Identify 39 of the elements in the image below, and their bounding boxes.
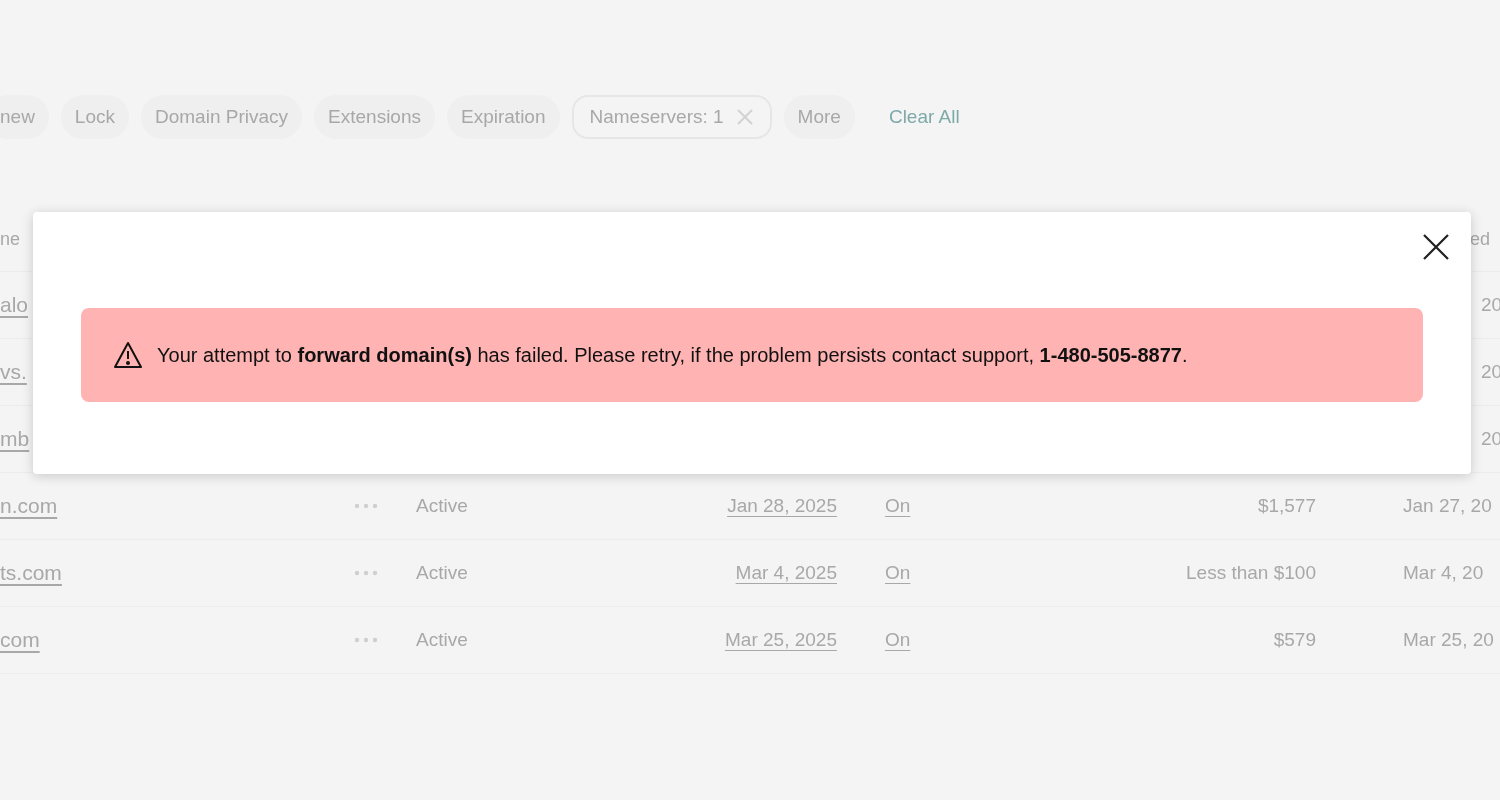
close-icon[interactable]	[735, 108, 754, 126]
filter-chip[interactable]: Extensions	[314, 95, 435, 139]
more-options-icon[interactable]	[354, 503, 378, 509]
column-header: ne	[0, 228, 21, 251]
filter-chip[interactable]: Lock	[60, 95, 129, 139]
column-header: ed	[1469, 228, 1491, 251]
auto-renew-link[interactable]: On	[885, 494, 911, 516]
close-icon	[1423, 234, 1449, 260]
warning-icon	[113, 341, 143, 369]
status-text: Active	[416, 494, 468, 516]
date-text: Mar 25, 20	[1403, 628, 1494, 650]
value-text: Less than $100	[1186, 561, 1316, 583]
status-text: Active	[416, 628, 468, 650]
domain-link[interactable]: com	[0, 628, 40, 652]
domain-link[interactable]: ts.com	[0, 561, 62, 585]
error-message: Your attempt to forward domain(s) has failed. Please retry, if the problem persists contact support, 1-480-505-8877.	[157, 343, 1188, 368]
auto-renew-link[interactable]: On	[885, 561, 911, 583]
filter-chip[interactable]: new	[0, 95, 49, 139]
filter-chip[interactable]: More	[783, 95, 855, 139]
value-text: $1,577	[1257, 494, 1316, 516]
expiration-date-link[interactable]: Jan 28, 2025	[727, 494, 837, 516]
domain-link[interactable]: vs.	[0, 360, 27, 384]
more-options-icon[interactable]	[354, 637, 378, 643]
status-text: Active	[416, 561, 468, 583]
clear-all-link[interactable]: Clear All	[888, 102, 960, 132]
domain-link[interactable]: mb	[0, 427, 30, 451]
filter-chip[interactable]: Nameservers: 1	[571, 95, 772, 139]
expiration-date-link[interactable]: Mar 4, 2025	[735, 561, 837, 583]
domain-link[interactable]: alo	[0, 293, 29, 317]
date-text: Mar 4, 20	[1403, 561, 1484, 583]
close-button[interactable]	[1421, 232, 1451, 262]
auto-renew-link[interactable]: On	[885, 628, 911, 650]
date-text: Jan 27, 20	[1403, 494, 1492, 516]
domain-link[interactable]: n.com	[0, 494, 58, 518]
filter-chip[interactable]: Domain Privacy	[141, 95, 303, 139]
value-text: $579	[1273, 628, 1316, 650]
more-options-icon[interactable]	[354, 570, 378, 576]
filter-chip[interactable]: Expiration	[447, 95, 560, 139]
expiration-date-link[interactable]: Mar 25, 2025	[725, 628, 837, 650]
